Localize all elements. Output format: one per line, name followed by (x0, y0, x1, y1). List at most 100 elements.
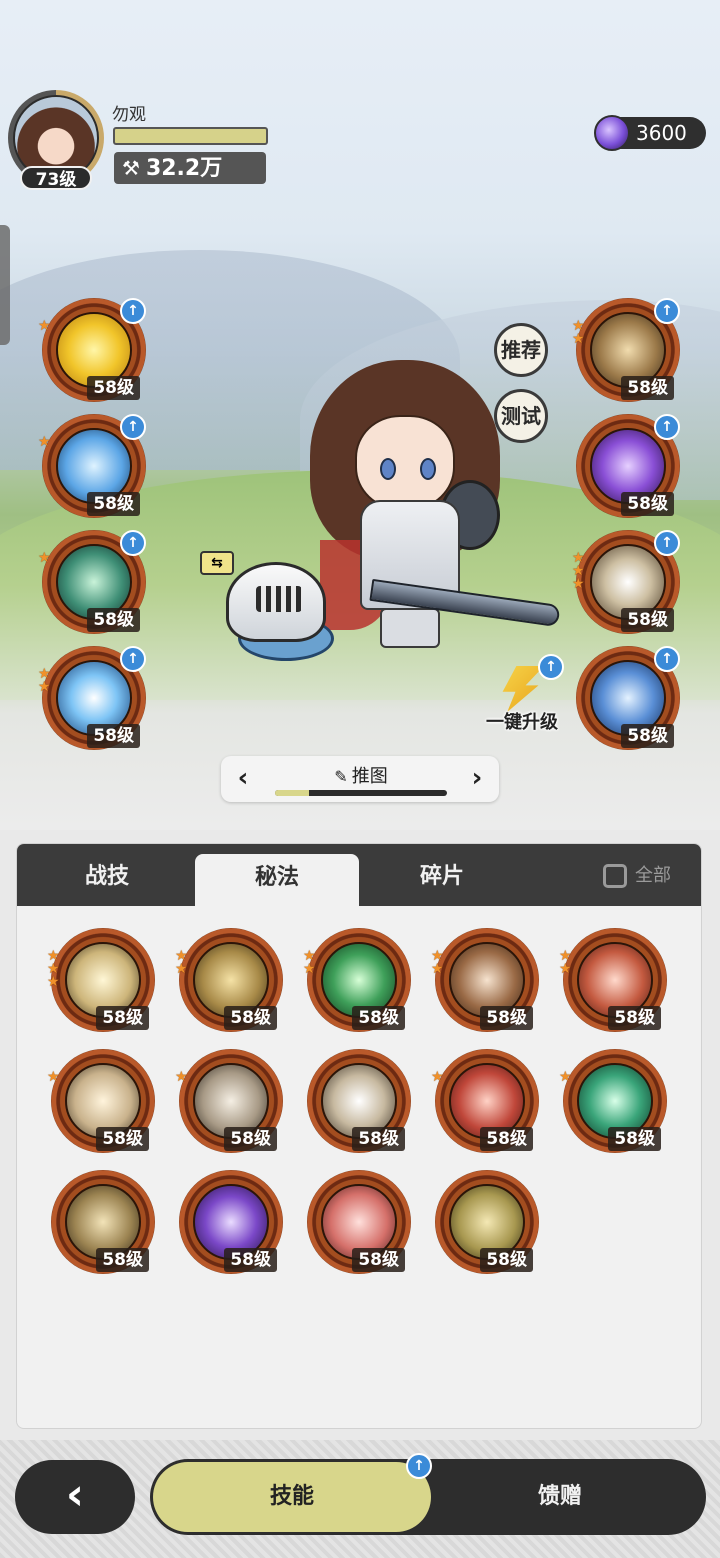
star-rating: ★ ★ ★ (47, 948, 60, 990)
combat-power-value: 32.2万 (145, 156, 223, 181)
secret-skill-4[interactable]: ★ ★ 58级 (431, 928, 539, 1032)
upgrade-arrow-icon: ↑ (406, 1453, 432, 1479)
upgrade-arrow-icon: ↑ (654, 646, 680, 672)
star-rating: ★ ★ (559, 948, 572, 977)
skill-panel: 战技 秘法 碎片 全部 ★ ★ ★ 58级 ★ ★ 58级 ★ ★ 58级 ★ ★ 58级… (16, 843, 702, 1429)
upgrade-all-button[interactable]: ↑ 一键升级 (476, 654, 568, 736)
skill-level: 58级 (352, 1248, 405, 1272)
equipped-skill-right-4[interactable]: ↑ 58级 (576, 646, 680, 750)
secret-skill-8[interactable]: 58级 (307, 1049, 411, 1153)
skill-level: 58级 (621, 724, 674, 748)
player-name: 勿观 (112, 105, 146, 125)
skill-level: 58级 (621, 376, 674, 400)
upgrade-arrow-icon: ↑ (654, 530, 680, 556)
tab-secret[interactable]: 秘法 (195, 854, 359, 906)
star-rating: ★ (38, 318, 51, 334)
show-all-label: 全部 (635, 865, 671, 886)
combat-power: ⚒ 32.2万 (114, 152, 266, 184)
secret-skill-5[interactable]: ★ ★ 58级 (559, 928, 667, 1032)
equipped-skill-left-2[interactable]: ★ ↑ 58级 (38, 414, 146, 518)
swap-pet-icon[interactable]: ⇆ (200, 551, 234, 575)
secret-skill-10[interactable]: ★ 58级 (559, 1049, 667, 1153)
secret-skill-6[interactable]: ★ 58级 (47, 1049, 155, 1153)
hero-face (355, 415, 455, 510)
upgrade-arrow-icon: ↑ (120, 646, 146, 672)
star-rating: ★ (559, 1069, 572, 1085)
star-rating: ★ ★ (572, 318, 585, 347)
secret-skill-1[interactable]: ★ ★ ★ 58级 (47, 928, 155, 1032)
stage-progress-bar (275, 790, 447, 796)
pet-visor (256, 586, 302, 612)
equipped-skill-left-4[interactable]: ★ ★ ↑ 58级 (38, 646, 146, 750)
player-exp-bar (113, 127, 268, 145)
skill-level: 58级 (224, 1248, 277, 1272)
skill-level: 58级 (87, 376, 140, 400)
star-rating: ★ ★ ★ (572, 550, 585, 592)
chevron-left-icon: ‹ (65, 1469, 85, 1520)
tab-combat[interactable]: 战技 (17, 844, 197, 906)
star-rating: ★ ★ (175, 948, 188, 977)
star-rating: ★ (431, 1069, 444, 1085)
secret-skill-13[interactable]: 58级 (307, 1170, 411, 1274)
upgrade-all-label: 一键升级 (486, 712, 558, 733)
currency-counter[interactable]: 3600 (594, 115, 706, 151)
skill-level: 58级 (87, 724, 140, 748)
secret-skill-9[interactable]: ★ 58级 (431, 1049, 539, 1153)
lightning-bolt-icon (502, 666, 544, 712)
star-rating: ★ (47, 1069, 60, 1085)
secret-skill-3[interactable]: ★ ★ 58级 (303, 928, 411, 1032)
show-all-checkbox[interactable]: 全部 (603, 862, 671, 890)
secret-skill-2[interactable]: ★ ★ 58级 (175, 928, 283, 1032)
skill-level: 58级 (608, 1127, 661, 1151)
nav-gifts-tab[interactable]: 馈赠 (440, 1462, 680, 1532)
skill-level: 58级 (352, 1006, 405, 1030)
hero-eye (380, 458, 396, 480)
previous-stage-button[interactable]: ‹ (227, 762, 259, 794)
pencil-icon: ✎ (334, 767, 348, 786)
equipped-skill-right-2[interactable]: ↑ 58级 (576, 414, 680, 518)
upgrade-arrow-icon: ↑ (654, 298, 680, 324)
skill-level: 58级 (480, 1006, 533, 1030)
stage-name: 推图 (351, 766, 388, 787)
player-level-badge: 73级 (20, 166, 92, 190)
equipped-skill-right-3[interactable]: ★ ★ ★ ↑ 58级 (572, 530, 680, 634)
back-button[interactable]: ‹ (15, 1460, 135, 1534)
equipped-skill-left-3[interactable]: ★ ↑ 58级 (38, 530, 146, 634)
upgrade-arrow-icon: ↑ (538, 654, 564, 680)
skill-level: 58级 (96, 1127, 149, 1151)
star-rating: ★ ★ (303, 948, 316, 977)
purple-gem-icon (594, 115, 630, 151)
bottom-nav: 技能 馈赠 ↑ (150, 1453, 706, 1535)
star-rating: ★ ★ (38, 666, 51, 695)
stage-progress-fill (275, 790, 310, 796)
skill-level: 58级 (608, 1006, 661, 1030)
secret-skill-7[interactable]: ★ 58级 (175, 1049, 283, 1153)
upgrade-arrow-icon: ↑ (654, 414, 680, 440)
stage-selector: ‹ ✎ 推图 › (221, 756, 499, 802)
currency-value: 3600 (636, 121, 687, 145)
side-drawer-handle[interactable] (0, 225, 10, 345)
secret-skill-12[interactable]: 58级 (179, 1170, 283, 1274)
next-stage-button[interactable]: › (461, 762, 493, 794)
skill-level: 58级 (96, 1006, 149, 1030)
skill-level: 58级 (224, 1006, 277, 1030)
secret-skill-11[interactable]: 58级 (51, 1170, 155, 1274)
star-rating: ★ ★ (431, 948, 444, 977)
skill-level: 58级 (352, 1127, 405, 1151)
upgrade-arrow-icon: ↑ (120, 414, 146, 440)
skill-level: 58级 (224, 1127, 277, 1151)
hero-eye (420, 458, 436, 480)
tab-fragments[interactable]: 碎片 (362, 844, 522, 906)
skill-level: 58级 (621, 492, 674, 516)
upgrade-arrow-icon: ↑ (120, 298, 146, 324)
skill-level: 58级 (96, 1248, 149, 1272)
equipped-skill-left-1[interactable]: ★ ↑ 58级 (38, 298, 146, 402)
nav-skills-tab[interactable]: 技能 (153, 1462, 431, 1532)
star-rating: ★ (38, 550, 51, 566)
equipped-skill-right-1[interactable]: ★ ★ ↑ 58级 (572, 298, 680, 402)
stage-label: ✎ 推图 (281, 762, 441, 788)
skill-level: 58级 (87, 608, 140, 632)
upgrade-arrow-icon: ↑ (120, 530, 146, 556)
secret-skill-14[interactable]: 58级 (435, 1170, 539, 1274)
skill-level: 58级 (621, 608, 674, 632)
